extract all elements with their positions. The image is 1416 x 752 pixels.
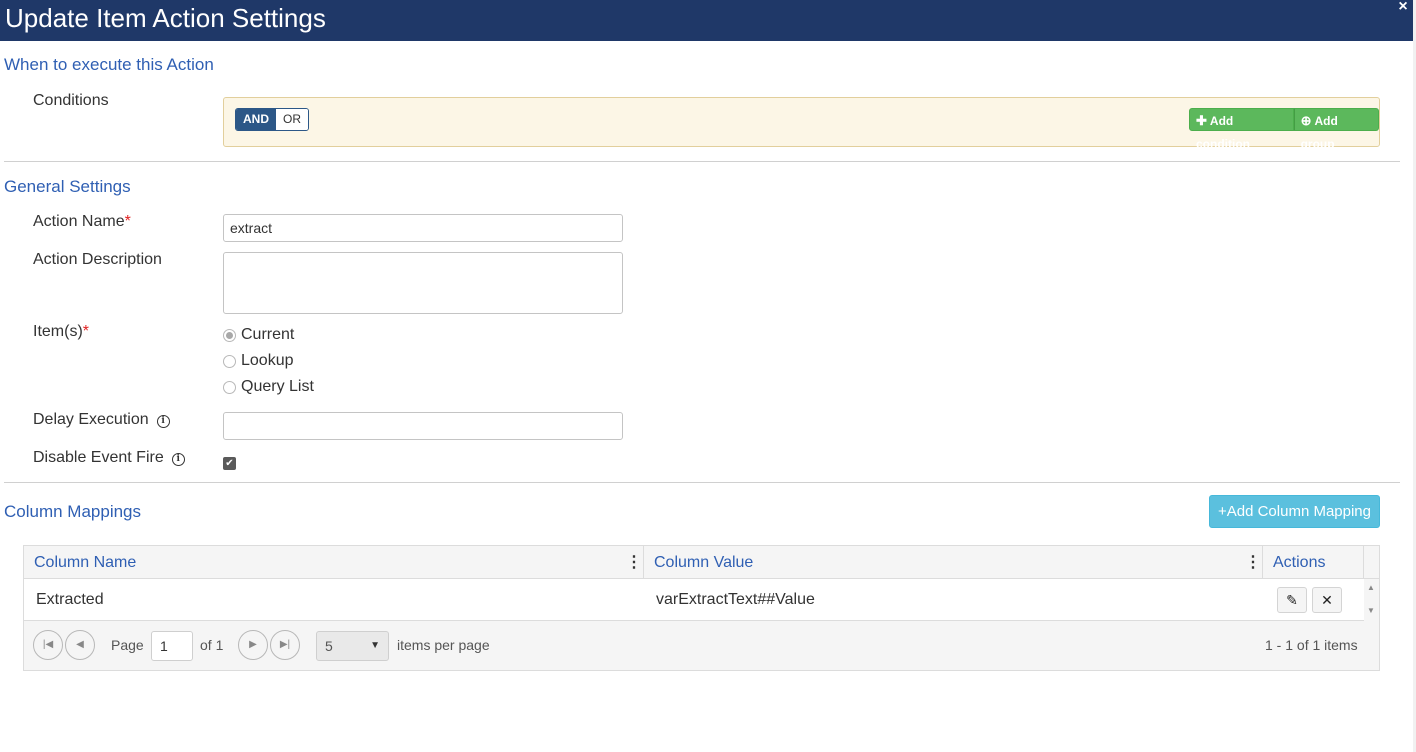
action-name-label: Action Name* (33, 213, 131, 231)
radio-label: Current (241, 326, 295, 343)
last-page-icon[interactable]: ▶| (270, 630, 300, 660)
required-marker: * (124, 213, 131, 230)
delay-execution-input[interactable] (223, 412, 623, 440)
disable-event-fire-checkbox[interactable]: ✔ (223, 457, 236, 470)
radio-label: Query List (241, 378, 314, 395)
condition-button-group: ✚ Add condition ⊕ Add group (1189, 108, 1379, 151)
disable-event-fire-label: Disable Event Fire i (33, 449, 185, 467)
kebab-icon[interactable]: ⋮ (1245, 546, 1261, 579)
cell-column-name: Extracted (36, 591, 104, 608)
dialog-title-bar: Update Item Action Settings (0, 0, 1413, 41)
action-description-textarea[interactable] (223, 252, 623, 314)
column-divider (1363, 546, 1364, 579)
delay-execution-label: Delay Execution i (33, 411, 170, 429)
conditions-builder: AND OR ✚ Add condition ⊕ Add group (223, 97, 1380, 151)
add-column-mapping-button[interactable]: +Add Column Mapping (1209, 495, 1380, 528)
divider (4, 482, 1400, 483)
items-per-page-label: items per page (397, 637, 490, 653)
close-icon[interactable]: × (1395, 0, 1411, 16)
prev-page-icon[interactable]: ◀ (65, 630, 95, 660)
dialog-title: Update Item Action Settings (5, 3, 326, 33)
disable-event-fire-label-text: Disable Event Fire (33, 449, 164, 466)
action-name-label-text: Action Name (33, 213, 125, 230)
kebab-icon[interactable]: ⋮ (626, 546, 642, 579)
delete-x-icon: ✕ (1321, 592, 1333, 608)
column-header-value[interactable]: Column Value (644, 546, 1263, 579)
page-count: of 1 (200, 637, 224, 653)
info-icon[interactable]: i (156, 415, 170, 428)
edit-row-button[interactable]: ✎ (1277, 587, 1307, 613)
and-or-toggle: AND OR (235, 108, 309, 131)
add-condition-button[interactable]: ✚ Add condition (1189, 108, 1294, 151)
pager-summary: 1 - 1 of 1 items (1265, 637, 1358, 653)
or-button[interactable]: OR (276, 109, 308, 130)
page-label: Page (111, 637, 144, 653)
items-label-text: Item(s) (33, 323, 83, 340)
conditions-label: Conditions (33, 92, 109, 109)
column-header-actions: Actions (1273, 554, 1326, 571)
info-icon[interactable]: i (171, 453, 185, 466)
grid-header: Column Name ⋮ Column Value ⋮ Actions (24, 546, 1379, 579)
action-name-input[interactable] (223, 214, 623, 242)
delay-execution-label-text: Delay Execution (33, 411, 149, 428)
column-mappings-grid: Column Name ⋮ Column Value ⋮ Actions Ext… (23, 545, 1380, 671)
general-section-heading: General Settings (4, 177, 131, 196)
items-radio-current[interactable]: Current (223, 326, 294, 344)
radio-button[interactable] (223, 380, 236, 394)
scroll-down-arrow[interactable]: ▼ (1367, 606, 1375, 615)
column-header-name[interactable]: Column Name (24, 546, 644, 579)
items-radio-query-list[interactable]: Query List (223, 378, 314, 396)
plus-icon: ✚ (1196, 113, 1207, 128)
add-group-button[interactable]: ⊕ Add group (1293, 108, 1379, 151)
required-marker: * (82, 323, 90, 340)
when-section-heading: When to execute this Action (4, 55, 214, 74)
grid-scrollbar[interactable]: ▲ ▼ (1364, 579, 1379, 621)
grid-pager: |◀ ◀ Page of 1 ▶ ▶| 5▼ items per page 1 … (24, 621, 1379, 670)
page-number-input[interactable] (151, 631, 193, 661)
first-page-icon[interactable]: |◀ (33, 630, 63, 660)
action-description-label: Action Description (33, 251, 162, 268)
table-row[interactable]: Extracted varExtractText##Value ✎ ✕ (24, 579, 1364, 621)
radio-button[interactable] (223, 328, 236, 342)
divider (4, 161, 1400, 162)
cell-column-value: varExtractText##Value (656, 591, 815, 608)
and-button[interactable]: AND (236, 109, 276, 130)
scroll-up-arrow[interactable]: ▲ (1367, 583, 1375, 592)
plus-circle-icon: ⊕ (1300, 113, 1312, 128)
radio-button[interactable] (223, 354, 236, 368)
items-radio-lookup[interactable]: Lookup (223, 352, 294, 370)
radio-label: Lookup (241, 352, 294, 369)
page-size-select[interactable]: 5 ▼ (316, 631, 389, 661)
delete-row-button[interactable]: ✕ (1312, 587, 1342, 613)
dropdown-arrow-icon: ▼ (370, 640, 380, 651)
pencil-icon: ✎ (1286, 592, 1298, 608)
column-mappings-heading: Column Mappings (4, 502, 142, 521)
page-size-value: 5 (325, 638, 333, 654)
next-page-icon[interactable]: ▶ (238, 630, 268, 660)
items-label: Item(s)* (33, 323, 89, 341)
